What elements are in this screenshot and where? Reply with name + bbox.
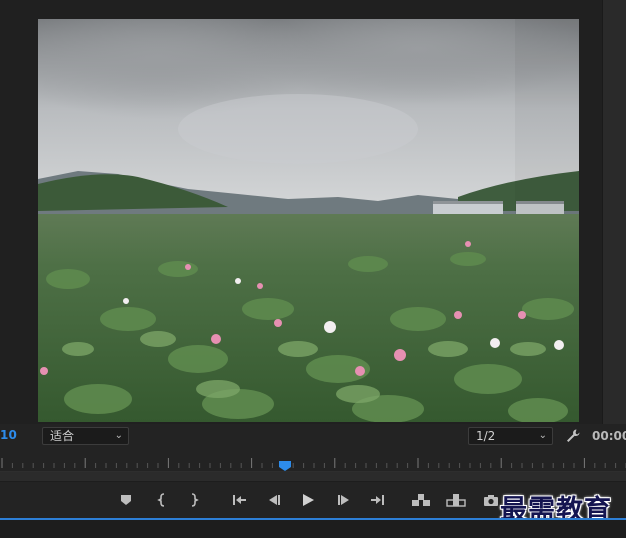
- add-marker-button[interactable]: [116, 491, 136, 509]
- lotus-field-frame: [38, 19, 579, 422]
- bottom-panel-strip: [0, 520, 626, 538]
- overwrite-button[interactable]: [446, 491, 466, 509]
- time-ruler[interactable]: [0, 450, 626, 472]
- insert-icon: [412, 494, 430, 506]
- step-back-button[interactable]: [264, 491, 284, 509]
- zoom-fit-value: 适合: [50, 429, 75, 443]
- mark-out-button[interactable]: [184, 491, 204, 509]
- ruler-ticks: [1, 458, 626, 468]
- chevron-down-icon: ⌄: [538, 430, 547, 441]
- mark-in-icon: [157, 493, 165, 507]
- camera-icon: [484, 494, 498, 506]
- scrub-bar[interactable]: [0, 472, 626, 482]
- play-icon: [303, 494, 314, 506]
- export-frame-button[interactable]: [481, 491, 501, 509]
- step-back-icon: [269, 495, 280, 505]
- go-to-in-button[interactable]: [229, 491, 249, 509]
- duration-timecode: 00:00: [592, 429, 626, 443]
- step-forward-button[interactable]: [334, 491, 354, 509]
- playback-resolution-value: 1/2: [476, 429, 496, 443]
- program-monitor: [0, 0, 602, 424]
- go-to-in-icon: [233, 495, 246, 505]
- play-button[interactable]: [298, 491, 318, 509]
- settings-wrench-icon[interactable]: [565, 428, 581, 444]
- go-to-out-button[interactable]: [368, 491, 388, 509]
- mark-out-icon: [191, 493, 199, 507]
- playback-resolution-select[interactable]: 1/2 ⌄: [468, 427, 553, 445]
- overwrite-icon: [446, 494, 466, 507]
- step-forward-icon: [338, 495, 349, 505]
- timecode-display[interactable]: 10: [0, 428, 17, 442]
- mark-in-button[interactable]: [152, 491, 172, 509]
- panel-edge: [602, 0, 626, 424]
- zoom-fit-select[interactable]: 适合 ⌄: [42, 427, 129, 445]
- playhead[interactable]: [278, 456, 291, 471]
- chevron-down-icon: ⌄: [114, 430, 123, 441]
- video-preview[interactable]: [38, 19, 579, 422]
- marker-icon: [121, 495, 131, 505]
- monitor-controls-bar: 10 适合 ⌄ 1/2 ⌄ 00:00: [0, 424, 626, 448]
- insert-button[interactable]: [411, 491, 431, 509]
- go-to-out-icon: [371, 495, 384, 505]
